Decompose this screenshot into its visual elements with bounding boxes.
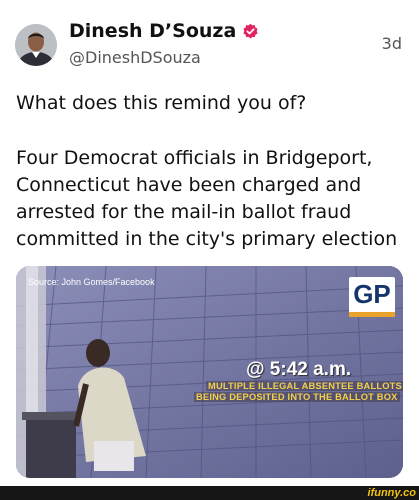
post-text-body: Four Democrat officials in Bridgeport, C… xyxy=(16,147,398,250)
gp-logo: GP xyxy=(349,277,395,317)
watermark-bar: ifunny.co xyxy=(0,486,419,500)
gp-logo-bar xyxy=(349,312,395,317)
post-image[interactable]: Source: John Gomes/Facebook GP @ 5:42 a.… xyxy=(16,266,403,478)
ifunny-watermark[interactable]: ifunny.co xyxy=(368,486,416,500)
image-source-credit: Source: John Gomes/Facebook xyxy=(28,277,155,287)
post-text-line: What does this remind you of? xyxy=(16,92,307,114)
gp-logo-text: GP xyxy=(353,279,391,309)
verified-badge-icon xyxy=(242,23,259,40)
caption-line-2: BEING DEPOSITED INTO THE BALLOT BOX xyxy=(194,392,400,402)
caption-time: @ 5:42 a.m. xyxy=(246,359,352,380)
author-handle[interactable]: @DineshDSouza xyxy=(69,48,201,67)
post-card: Dinesh D’Souza @DineshDSouza 3d What doe… xyxy=(0,0,419,486)
post-timestamp[interactable]: 3d xyxy=(382,34,402,53)
avatar-image xyxy=(15,24,57,66)
author-name[interactable]: Dinesh D’Souza xyxy=(69,20,236,42)
caption-line-1: MULTIPLE ILLEGAL ABSENTEE BALLOTS xyxy=(206,381,403,391)
author-row: Dinesh D’Souza xyxy=(69,18,259,44)
avatar[interactable] xyxy=(15,24,57,66)
